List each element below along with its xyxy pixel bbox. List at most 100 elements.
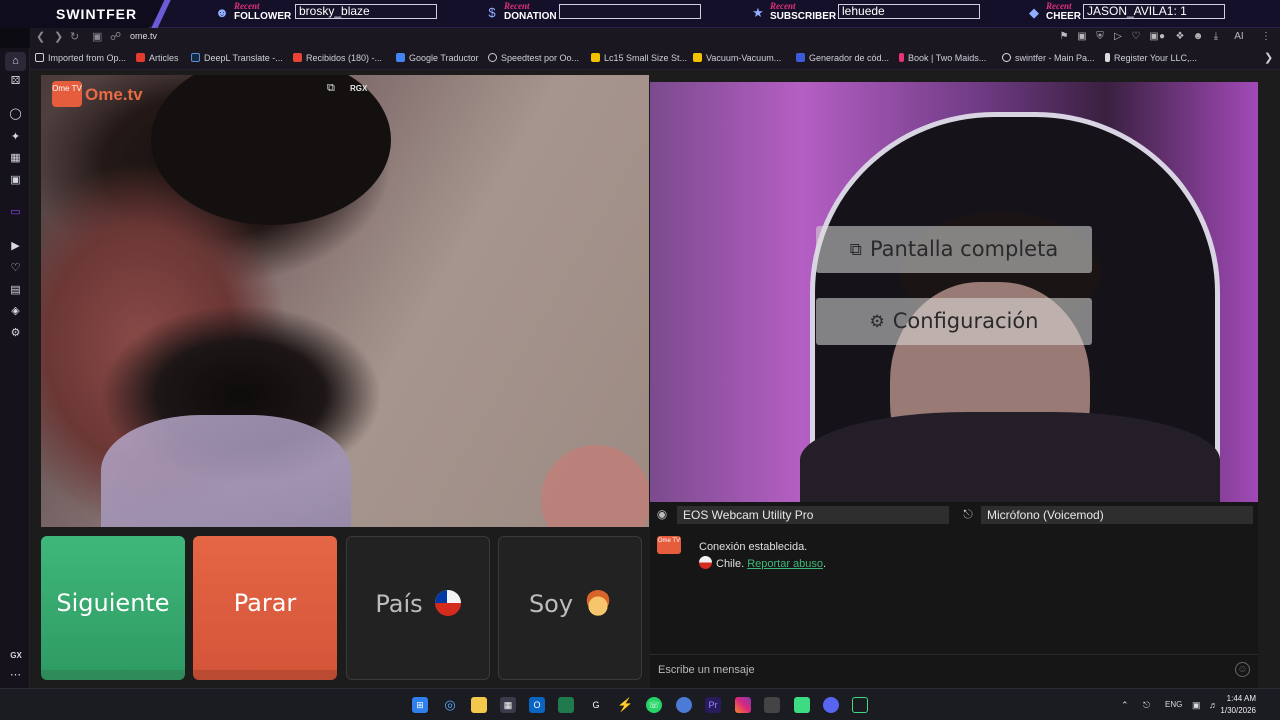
ometv-logo-text: Ome.tv (85, 85, 143, 104)
reload-icon[interactable]: ↻ (70, 30, 79, 43)
system-clock[interactable]: 1:44 AM 1/30/2026 (1220, 693, 1256, 717)
language-indicator[interactable]: ENG (1165, 700, 1182, 709)
country-button[interactable]: País (346, 536, 490, 680)
emoji-icon[interactable]: ☺ (1235, 662, 1250, 677)
bookmark-item[interactable]: Generador de cód... (796, 53, 889, 63)
follower-label: FOLLOWER (234, 11, 292, 22)
download-icon[interactable]: ⤓ (1210, 31, 1222, 43)
windows-start-icon[interactable]: ⊞ (412, 697, 428, 713)
heart-icon[interactable]: ♡ (1130, 31, 1142, 43)
camera-icon[interactable]: ▣ (92, 30, 102, 43)
overlay-brand: SWINTFER (0, 0, 168, 28)
qr-icon (796, 53, 805, 62)
extensions-icon[interactable]: ❖ (1174, 31, 1186, 43)
play-circle-icon[interactable]: ▶ (9, 240, 22, 253)
bookmark-item[interactable]: swintfer - Main Pa... (1002, 53, 1095, 63)
network-icon[interactable]: ▣ (1192, 700, 1201, 711)
compass-icon[interactable]: ✦ (9, 131, 22, 144)
tray-chevron-icon[interactable]: ⌃ (1121, 700, 1129, 711)
forward-icon[interactable]: ❯ (54, 30, 63, 43)
camera-select[interactable]: EOS Webcam Utility Pro (677, 506, 949, 524)
terminal-icon[interactable] (852, 697, 868, 713)
home-icon[interactable]: ⌂ (5, 52, 26, 71)
instagram-icon[interactable] (735, 697, 751, 713)
bookmark-item[interactable]: Lc15 Small Size St... (591, 53, 687, 63)
bookmark-item[interactable]: Speedtest por Oo... (488, 53, 579, 63)
ai-icon[interactable]: AI (1230, 31, 1248, 43)
shield-icon[interactable]: ⛨ (1094, 31, 1106, 43)
screenshot-icon[interactable]: ▣ (1076, 31, 1088, 43)
microphone-tray-icon[interactable]: ⎋ (1143, 700, 1150, 711)
ometv-page: Ome TV Ome.tv ⧉ RGX ⧉ Pantalla completa ⚙… (30, 70, 1280, 688)
discord-icon[interactable] (823, 697, 839, 713)
stop-button[interactable]: Parar (193, 536, 337, 680)
llc-icon (1105, 53, 1110, 62)
app-icon[interactable] (558, 697, 574, 713)
menu-icon[interactable]: ⋮ (1260, 31, 1272, 43)
vpn-icon[interactable] (676, 697, 692, 713)
bookmark-item[interactable]: Recibidos (180) -... (293, 53, 382, 63)
diamond-icon: ◆ (1029, 5, 1039, 20)
back-icon[interactable]: ❮ (36, 30, 45, 43)
gaming-icon[interactable]: ⚄ (9, 75, 22, 88)
whatsapp-icon[interactable]: ☏ (646, 697, 662, 713)
bookmark-item[interactable]: DeepL Translate -... (191, 53, 283, 63)
settings-button[interactable]: ⚙ Configuración (816, 298, 1092, 345)
url-field[interactable]: ome.tv (130, 31, 157, 41)
bookmark-item[interactable]: Articles (136, 53, 179, 63)
partner-country-message: Chile. Reportar abuso. (699, 556, 826, 570)
spiral-icon[interactable]: ◯ (9, 108, 22, 121)
pin-icon[interactable]: ⚑ (1058, 31, 1070, 43)
bookmark-item[interactable]: Book | Two Maids... (899, 53, 986, 63)
heart-icon[interactable]: ♡ (9, 262, 22, 275)
settings-icon[interactable]: ⚙ (9, 327, 22, 340)
bookmark-item[interactable]: Imported from Op... (35, 53, 126, 63)
report-suffix: . (823, 558, 827, 570)
gender-button[interactable]: Soy (498, 536, 642, 680)
volume-icon[interactable]: ♬ (1209, 700, 1218, 710)
player-icon[interactable]: ▦ (9, 152, 22, 165)
bolt-icon[interactable]: ⚡ (617, 697, 633, 713)
google-icon[interactable]: G (588, 697, 604, 713)
recent-donation: $ Recent DONATION (484, 1, 704, 26)
notes-icon[interactable]: ▤ (9, 284, 22, 297)
connection-status: Conexión establecida. (699, 541, 808, 553)
premiere-icon[interactable]: Pr (705, 697, 721, 713)
donation-value (559, 4, 701, 19)
chile-flag-icon (699, 556, 712, 569)
recent-cheer: ◆ Recent CHEER JASON_AVILA1: 1 (1026, 1, 1228, 26)
person-icon: ☻ (215, 5, 229, 20)
fullscreen-button[interactable]: ⧉ Pantalla completa (816, 226, 1092, 273)
popout-icon[interactable]: ⧉ (327, 82, 335, 95)
more-icon[interactable]: ⋯ (9, 669, 22, 682)
search-icon[interactable]: ◎ (442, 697, 458, 713)
next-button[interactable]: Siguiente (41, 536, 185, 680)
account-icon[interactable]: ☻ (1192, 31, 1204, 43)
outlook-icon[interactable]: O (529, 697, 545, 713)
twitch-icon[interactable]: ▭ (9, 206, 22, 219)
game-icon[interactable] (794, 697, 810, 713)
rgx-button[interactable]: RGX (350, 84, 367, 93)
store-icon[interactable]: ▦ (500, 697, 516, 713)
gx-label[interactable]: GX (9, 649, 23, 662)
cube-icon[interactable]: ◈ (9, 305, 22, 318)
profile-icon[interactable]: ● (1156, 31, 1168, 43)
chat-input[interactable]: Escribe un mensaje ☺ (650, 654, 1258, 684)
app-icon[interactable] (764, 697, 780, 713)
report-abuse-link[interactable]: Reportar abuso (747, 558, 823, 570)
star-icon: ★ (752, 5, 764, 20)
bookmark-item[interactable]: Vacuum-Vacuum... (693, 53, 781, 63)
microphone-select[interactable]: Micrófono (Voicemod) (981, 506, 1253, 524)
file-explorer-icon[interactable] (471, 697, 487, 713)
browser-sidebar: ⌂ ⚄ ◯ ✦ ▦ ▣ ▭ ▶ ♡ ▤ ◈ ⚙ GX ⋯ (0, 48, 30, 688)
bookmarks-more-icon[interactable]: ❯ (1264, 51, 1273, 64)
ometv-logo-box: Ome TV (52, 81, 82, 107)
subscriber-label: SUBSCRIBER (770, 11, 837, 22)
recent-label: Recent (234, 1, 260, 11)
bookmark-item[interactable]: Register Your LLC,... (1105, 53, 1197, 63)
play-icon[interactable]: ▷ (1112, 31, 1124, 43)
recent-label: Recent (770, 1, 796, 11)
box-icon[interactable]: ▣ (9, 174, 22, 187)
remote-video-scene (541, 445, 649, 527)
bookmark-item[interactable]: Google Traductor (396, 53, 479, 63)
